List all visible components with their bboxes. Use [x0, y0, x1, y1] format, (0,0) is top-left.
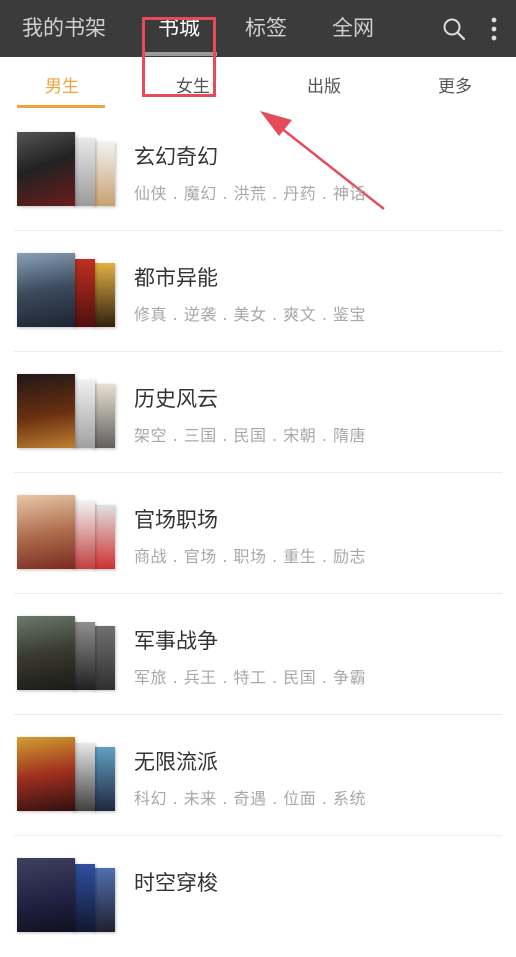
book-cover-image — [17, 253, 75, 327]
category-list: 玄幻奇幻 仙侠 . 魔幻 . 洪荒 . 丹药 . 神话 都市异能 修真 . 逆袭… — [0, 110, 516, 957]
nav-bookstore[interactable]: 书城 — [158, 14, 200, 42]
active-tab-indicator — [17, 105, 105, 108]
book-cover-image — [73, 501, 95, 569]
book-cover-image — [93, 747, 115, 811]
list-item[interactable]: 历史风云 架空 . 三国 . 民国 . 宋朝 . 隋唐 — [0, 352, 516, 473]
book-covers — [17, 616, 117, 692]
tab-female[interactable]: 女生 — [176, 72, 210, 97]
book-cover-image — [73, 622, 95, 690]
category-title: 历史风云 — [134, 387, 218, 411]
category-title: 玄幻奇幻 — [134, 145, 218, 169]
book-cover-image — [93, 868, 115, 932]
book-covers — [17, 858, 117, 934]
category-tags: 仙侠 . 魔幻 . 洪荒 . 丹药 . 神话 — [134, 184, 367, 203]
category-tags: 架空 . 三国 . 民国 . 宋朝 . 隋唐 — [134, 426, 367, 445]
book-cover-image — [17, 374, 75, 448]
category-tags: 科幻 . 未来 . 奇遇 . 位面 . 系统 — [134, 789, 367, 808]
tab-male[interactable]: 男生 — [45, 72, 79, 97]
search-icon[interactable] — [443, 18, 465, 40]
book-cover-image — [93, 263, 115, 327]
nav-tags[interactable]: 标签 — [245, 14, 287, 42]
category-title: 军事战争 — [134, 629, 218, 653]
book-cover-image — [73, 380, 95, 448]
book-cover-image — [93, 142, 115, 206]
book-cover-image — [17, 495, 75, 569]
book-cover-image — [17, 858, 75, 932]
book-cover-image — [17, 737, 75, 811]
more-vertical-icon[interactable] — [484, 16, 504, 42]
category-title: 官场职场 — [134, 508, 218, 532]
book-cover-image — [73, 138, 95, 206]
category-title: 无限流派 — [134, 750, 218, 774]
book-cover-image — [93, 505, 115, 569]
book-covers — [17, 737, 117, 813]
book-cover-image — [93, 384, 115, 448]
tab-publish[interactable]: 出版 — [307, 72, 341, 97]
list-item[interactable]: 时空穿梭 — [0, 836, 516, 957]
book-cover-image — [73, 259, 95, 327]
book-cover-image — [93, 626, 115, 690]
book-cover-image — [73, 864, 95, 932]
list-item[interactable]: 官场职场 商战 . 官场 . 职场 . 重生 . 励志 — [0, 473, 516, 594]
tab-more[interactable]: 更多 — [438, 72, 472, 97]
category-tabs: 男生 女生 出版 更多 — [0, 57, 516, 110]
list-item[interactable]: 军事战争 军旅 . 兵王 . 特工 . 民国 . 争霸 — [0, 594, 516, 715]
category-title: 都市异能 — [134, 266, 218, 290]
category-tags: 修真 . 逆袭 . 美女 . 爽文 . 鉴宝 — [134, 305, 367, 324]
book-cover-image — [73, 743, 95, 811]
active-nav-indicator — [145, 52, 217, 56]
category-tags: 商战 . 官场 . 职场 . 重生 . 励志 — [134, 547, 367, 566]
book-covers — [17, 374, 117, 450]
book-covers — [17, 495, 117, 571]
list-item[interactable]: 无限流派 科幻 . 未来 . 奇遇 . 位面 . 系统 — [0, 715, 516, 836]
book-cover-image — [17, 132, 75, 206]
category-tags: 军旅 . 兵王 . 特工 . 民国 . 争霸 — [134, 668, 367, 687]
book-cover-image — [17, 616, 75, 690]
list-item[interactable]: 都市异能 修真 . 逆袭 . 美女 . 爽文 . 鉴宝 — [0, 231, 516, 352]
nav-bookshelf[interactable]: 我的书架 — [22, 14, 106, 42]
top-nav-bar: 我的书架 书城 标签 全网 — [0, 0, 516, 57]
category-title: 时空穿梭 — [134, 871, 218, 895]
book-covers — [17, 253, 117, 329]
nav-web[interactable]: 全网 — [332, 14, 374, 42]
list-item[interactable]: 玄幻奇幻 仙侠 . 魔幻 . 洪荒 . 丹药 . 神话 — [0, 110, 516, 231]
book-covers — [17, 132, 117, 208]
